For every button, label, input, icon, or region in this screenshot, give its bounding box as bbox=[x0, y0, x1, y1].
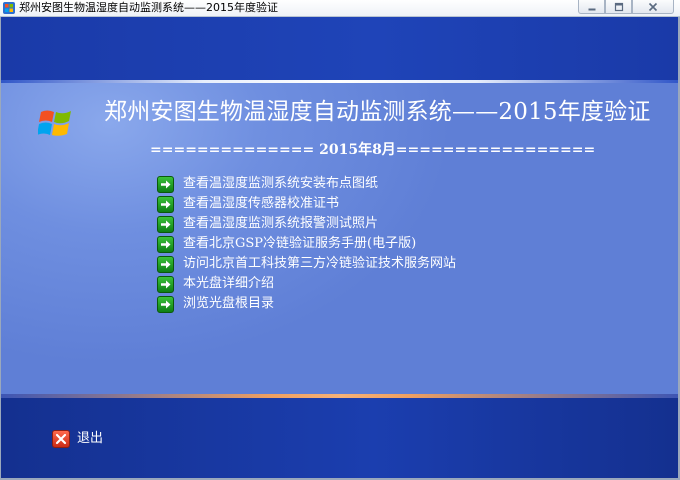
menu-item-label: 访问北京首工科技第三方冷链验证技术服务网站 bbox=[183, 256, 457, 271]
exit-button[interactable]: 退出 bbox=[52, 430, 103, 448]
title-bar[interactable]: 郑州安图生物温湿度自动监测系统——2015年度验证 bbox=[0, 0, 680, 17]
window-border-left bbox=[0, 17, 1, 480]
menu-item[interactable]: 查看温湿度传感器校准证书 bbox=[157, 194, 456, 214]
maximize-button[interactable] bbox=[605, 0, 632, 14]
date-banner: ============== 2015年8月================= bbox=[150, 142, 596, 158]
green-arrow-icon bbox=[157, 195, 174, 213]
green-arrow-icon bbox=[157, 215, 174, 233]
green-arrow-icon bbox=[157, 175, 174, 193]
window-title: 郑州安图生物温湿度自动监测系统——2015年度验证 bbox=[19, 1, 278, 14]
menu-list: 查看温湿度监测系统安装布点图纸 查看温湿度传感器校准证书查看温湿度监测系统报警测试… bbox=[157, 174, 456, 314]
app-icon bbox=[3, 2, 15, 14]
close-button[interactable] bbox=[632, 0, 674, 14]
minimize-button[interactable] bbox=[578, 0, 605, 14]
menu-item-label: 本光盘详细介绍 bbox=[183, 276, 275, 291]
menu-item-label: 浏览光盘根目录 bbox=[183, 296, 275, 311]
window-controls bbox=[578, 0, 674, 14]
top-band bbox=[0, 17, 680, 80]
green-arrow-icon bbox=[157, 255, 174, 273]
page-title: 郑州安图生物温湿度自动监测系统——2015年度验证 bbox=[104, 99, 651, 125]
exit-label: 退出 bbox=[77, 431, 104, 446]
close-icon bbox=[648, 2, 658, 11]
menu-item[interactable]: 访问北京首工科技第三方冷链验证技术服务网站 bbox=[157, 254, 456, 274]
green-arrow-icon bbox=[157, 295, 174, 313]
menu-item[interactable]: 查看温湿度监测系统安装布点图纸 bbox=[157, 174, 456, 194]
green-arrow-icon bbox=[157, 235, 174, 253]
green-arrow-icon bbox=[157, 275, 174, 293]
menu-item-label: 查看温湿度监测系统报警测试照片 bbox=[183, 216, 379, 231]
menu-item[interactable]: 查看温湿度监测系统报警测试照片 bbox=[157, 214, 456, 234]
menu-item[interactable]: 本光盘详细介绍 bbox=[157, 274, 456, 294]
menu-item[interactable]: 查看北京GSP冷链验证服务手册(电子版) bbox=[157, 234, 456, 254]
windows-flag-logo bbox=[38, 110, 71, 136]
maximize-icon bbox=[614, 2, 623, 11]
menu-item-label: 查看北京GSP冷链验证服务手册(电子版) bbox=[183, 236, 417, 251]
menu-item-label: 查看温湿度传感器校准证书 bbox=[183, 196, 340, 211]
minimize-icon bbox=[588, 8, 595, 10]
menu-item[interactable]: 浏览光盘根目录 bbox=[157, 294, 456, 314]
menu-item-label: 查看温湿度监测系统安装布点图纸 bbox=[183, 176, 379, 191]
app-window: 郑州安图生物温湿度自动监测系统——2015年度验证 郑州安图生物温湿度自动监测系… bbox=[0, 0, 680, 480]
red-x-icon bbox=[52, 430, 70, 448]
